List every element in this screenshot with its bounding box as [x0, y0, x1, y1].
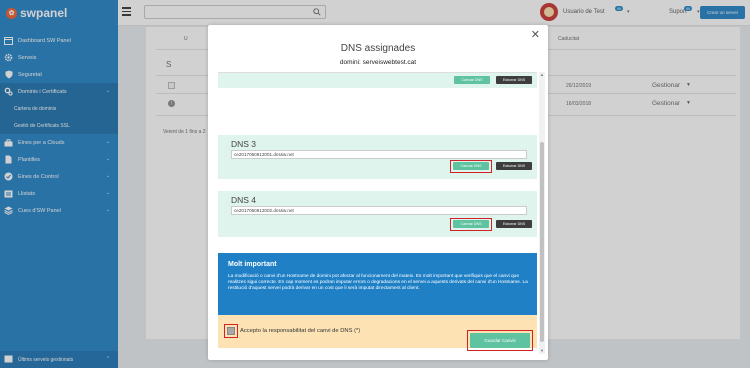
- close-icon[interactable]: ✕: [531, 28, 540, 41]
- dns-title: DNS 4: [231, 195, 257, 205]
- delete-dns-button[interactable]: Esborrar DNS: [496, 220, 532, 228]
- scrollbar-thumb[interactable]: [540, 142, 544, 342]
- delete-dns-button[interactable]: Esborrar DNS: [496, 162, 532, 170]
- dns-modal: ✕ DNS assignades domini: serveiswebtest.…: [208, 25, 548, 360]
- delete-dns-button[interactable]: Esborrar DNS: [496, 76, 532, 84]
- accept-label[interactable]: Accepto la responsabilitat del canvi de …: [240, 328, 360, 334]
- dns-card-4: DNS 4 ce2017050812002.dnssw.net Canviar …: [218, 191, 537, 237]
- dns-hostname-input[interactable]: ce2017050812001.dnssw.net: [231, 150, 527, 159]
- dns-card-3: DNS 3 ce2017050812001.dnssw.net Canviar …: [218, 135, 537, 179]
- change-dns-button[interactable]: Canviar DNS: [454, 76, 490, 84]
- accept-checkbox[interactable]: [227, 327, 235, 335]
- change-dns-button[interactable]: Canviar DNS: [453, 162, 489, 170]
- scroll-down-icon[interactable]: ▼: [539, 348, 545, 354]
- modal-scrollbar[interactable]: ▲ ▼: [539, 72, 545, 354]
- save-changes-button[interactable]: Guardar Canvis: [470, 333, 530, 348]
- scroll-up-icon[interactable]: ▲: [539, 72, 545, 78]
- modal-title: DNS assignades: [340, 43, 416, 54]
- dns-hostname-input[interactable]: ce2017050812002.dnssw.net: [231, 206, 527, 215]
- change-dns-button[interactable]: Canviar DNS: [453, 220, 489, 228]
- warning-box: Molt important La modificació o canvi d'…: [218, 253, 537, 315]
- modal-subtitle: domini: serveiswebtest.cat: [339, 59, 417, 66]
- warning-title: Molt important: [228, 261, 277, 268]
- modal-scroll-area[interactable]: Canviar DNS Esborrar DNS DNS 3 ce2017050…: [216, 72, 537, 354]
- dns-card-2: Canviar DNS Esborrar DNS: [218, 72, 537, 88]
- warning-body: La modificació o canvi d'un Hostname de …: [228, 274, 528, 292]
- dns-title: DNS 3: [231, 139, 257, 149]
